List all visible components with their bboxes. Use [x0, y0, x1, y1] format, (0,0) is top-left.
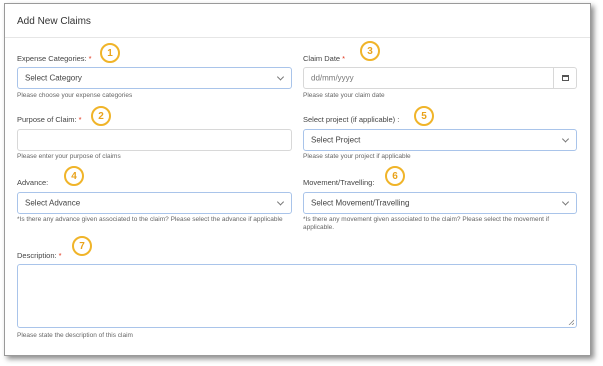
- title-divider: [5, 37, 590, 38]
- expense-categories-value: Select Category: [25, 73, 82, 83]
- expense-categories-select[interactable]: Select Category: [17, 67, 292, 89]
- step-badge-5: 5: [414, 106, 434, 126]
- claim-date-input[interactable]: dd/mm/yyyy: [303, 67, 577, 89]
- claim-date-label: Claim Date *: [303, 54, 346, 63]
- description-help: Please state the description of this cla…: [17, 332, 133, 339]
- advance-label: Advance:: [17, 178, 49, 187]
- step-badge-2: 2: [91, 106, 111, 126]
- required-mark: *: [342, 54, 346, 63]
- step-badge-1: 1: [100, 43, 120, 63]
- required-mark: *: [88, 54, 92, 63]
- step-badge-3: 3: [360, 41, 380, 61]
- project-label: Select project (if applicable) :: [303, 115, 400, 124]
- chevron-down-icon: [276, 198, 285, 206]
- advance-select[interactable]: Select Advance: [17, 192, 292, 214]
- page-title: Add New Claims: [17, 16, 91, 27]
- calendar-button[interactable]: [553, 68, 576, 88]
- project-select[interactable]: Select Project: [303, 129, 577, 151]
- movement-label: Movement/Travelling:: [303, 178, 375, 187]
- chevron-down-icon: [276, 73, 285, 81]
- step-badge-6: 6: [385, 166, 405, 186]
- description-textarea[interactable]: [17, 264, 577, 328]
- claim-date-placeholder: dd/mm/yyyy: [311, 73, 354, 83]
- step-badge-4: 4: [64, 166, 84, 186]
- project-value: Select Project: [311, 135, 361, 145]
- advance-value: Select Advance: [25, 198, 81, 208]
- chevron-down-icon: [561, 198, 570, 206]
- project-help: Please state your project if applicable: [303, 153, 411, 160]
- resize-handle-icon[interactable]: [568, 319, 574, 325]
- chevron-down-icon: [561, 135, 570, 143]
- required-mark: *: [78, 115, 82, 124]
- purpose-help: Please enter your purpose of claims: [17, 153, 121, 160]
- movement-value: Select Movement/Travelling: [311, 198, 410, 208]
- expense-categories-label: Expense Categories: *: [17, 54, 92, 63]
- movement-select[interactable]: Select Movement/Travelling: [303, 192, 577, 214]
- advance-help: *Is there any advance given associated t…: [17, 216, 283, 223]
- purpose-label: Purpose of Claim: *: [17, 115, 82, 124]
- movement-help: *Is there any movement given associated …: [303, 216, 550, 231]
- add-claims-panel: Add New Claims Expense Categories: * 1 Se…: [4, 3, 591, 356]
- step-badge-7: 7: [72, 236, 92, 256]
- description-label: Description: *: [17, 251, 62, 260]
- purpose-input[interactable]: [17, 129, 292, 151]
- expense-categories-help: Please choose your expense categories: [17, 92, 133, 99]
- calendar-icon: [561, 75, 569, 81]
- claim-date-help: Please state your claim date: [303, 92, 385, 99]
- required-mark: *: [58, 251, 62, 260]
